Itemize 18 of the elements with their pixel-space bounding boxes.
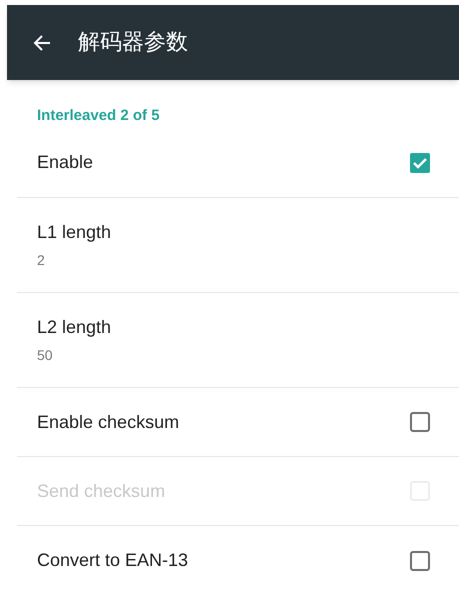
setting-label: L1 length xyxy=(37,221,112,244)
screen-title: 解码器参数 xyxy=(78,29,188,57)
setting-value: 50 xyxy=(37,346,54,365)
setting-row[interactable]: Enable checksum xyxy=(17,388,459,457)
setting-row[interactable]: Enable xyxy=(17,128,459,198)
section-header: Interleaved 2 of 5 xyxy=(37,107,160,124)
setting-row[interactable]: Convert to EAN-13 xyxy=(17,526,459,592)
setting-value: 2 xyxy=(37,251,46,270)
checkbox[interactable] xyxy=(409,152,431,174)
checkbox[interactable] xyxy=(409,411,431,433)
setting-label: Enable xyxy=(37,151,94,174)
setting-label: L2 length xyxy=(37,316,112,339)
setting-row[interactable]: L1 length 2 xyxy=(17,198,459,293)
checkbox[interactable] xyxy=(409,550,431,572)
back-icon[interactable] xyxy=(32,32,52,52)
setting-row[interactable]: L2 length 50 xyxy=(17,293,459,388)
setting-label: Convert to EAN-13 xyxy=(37,549,188,572)
setting-label: Enable checksum xyxy=(37,410,180,434)
